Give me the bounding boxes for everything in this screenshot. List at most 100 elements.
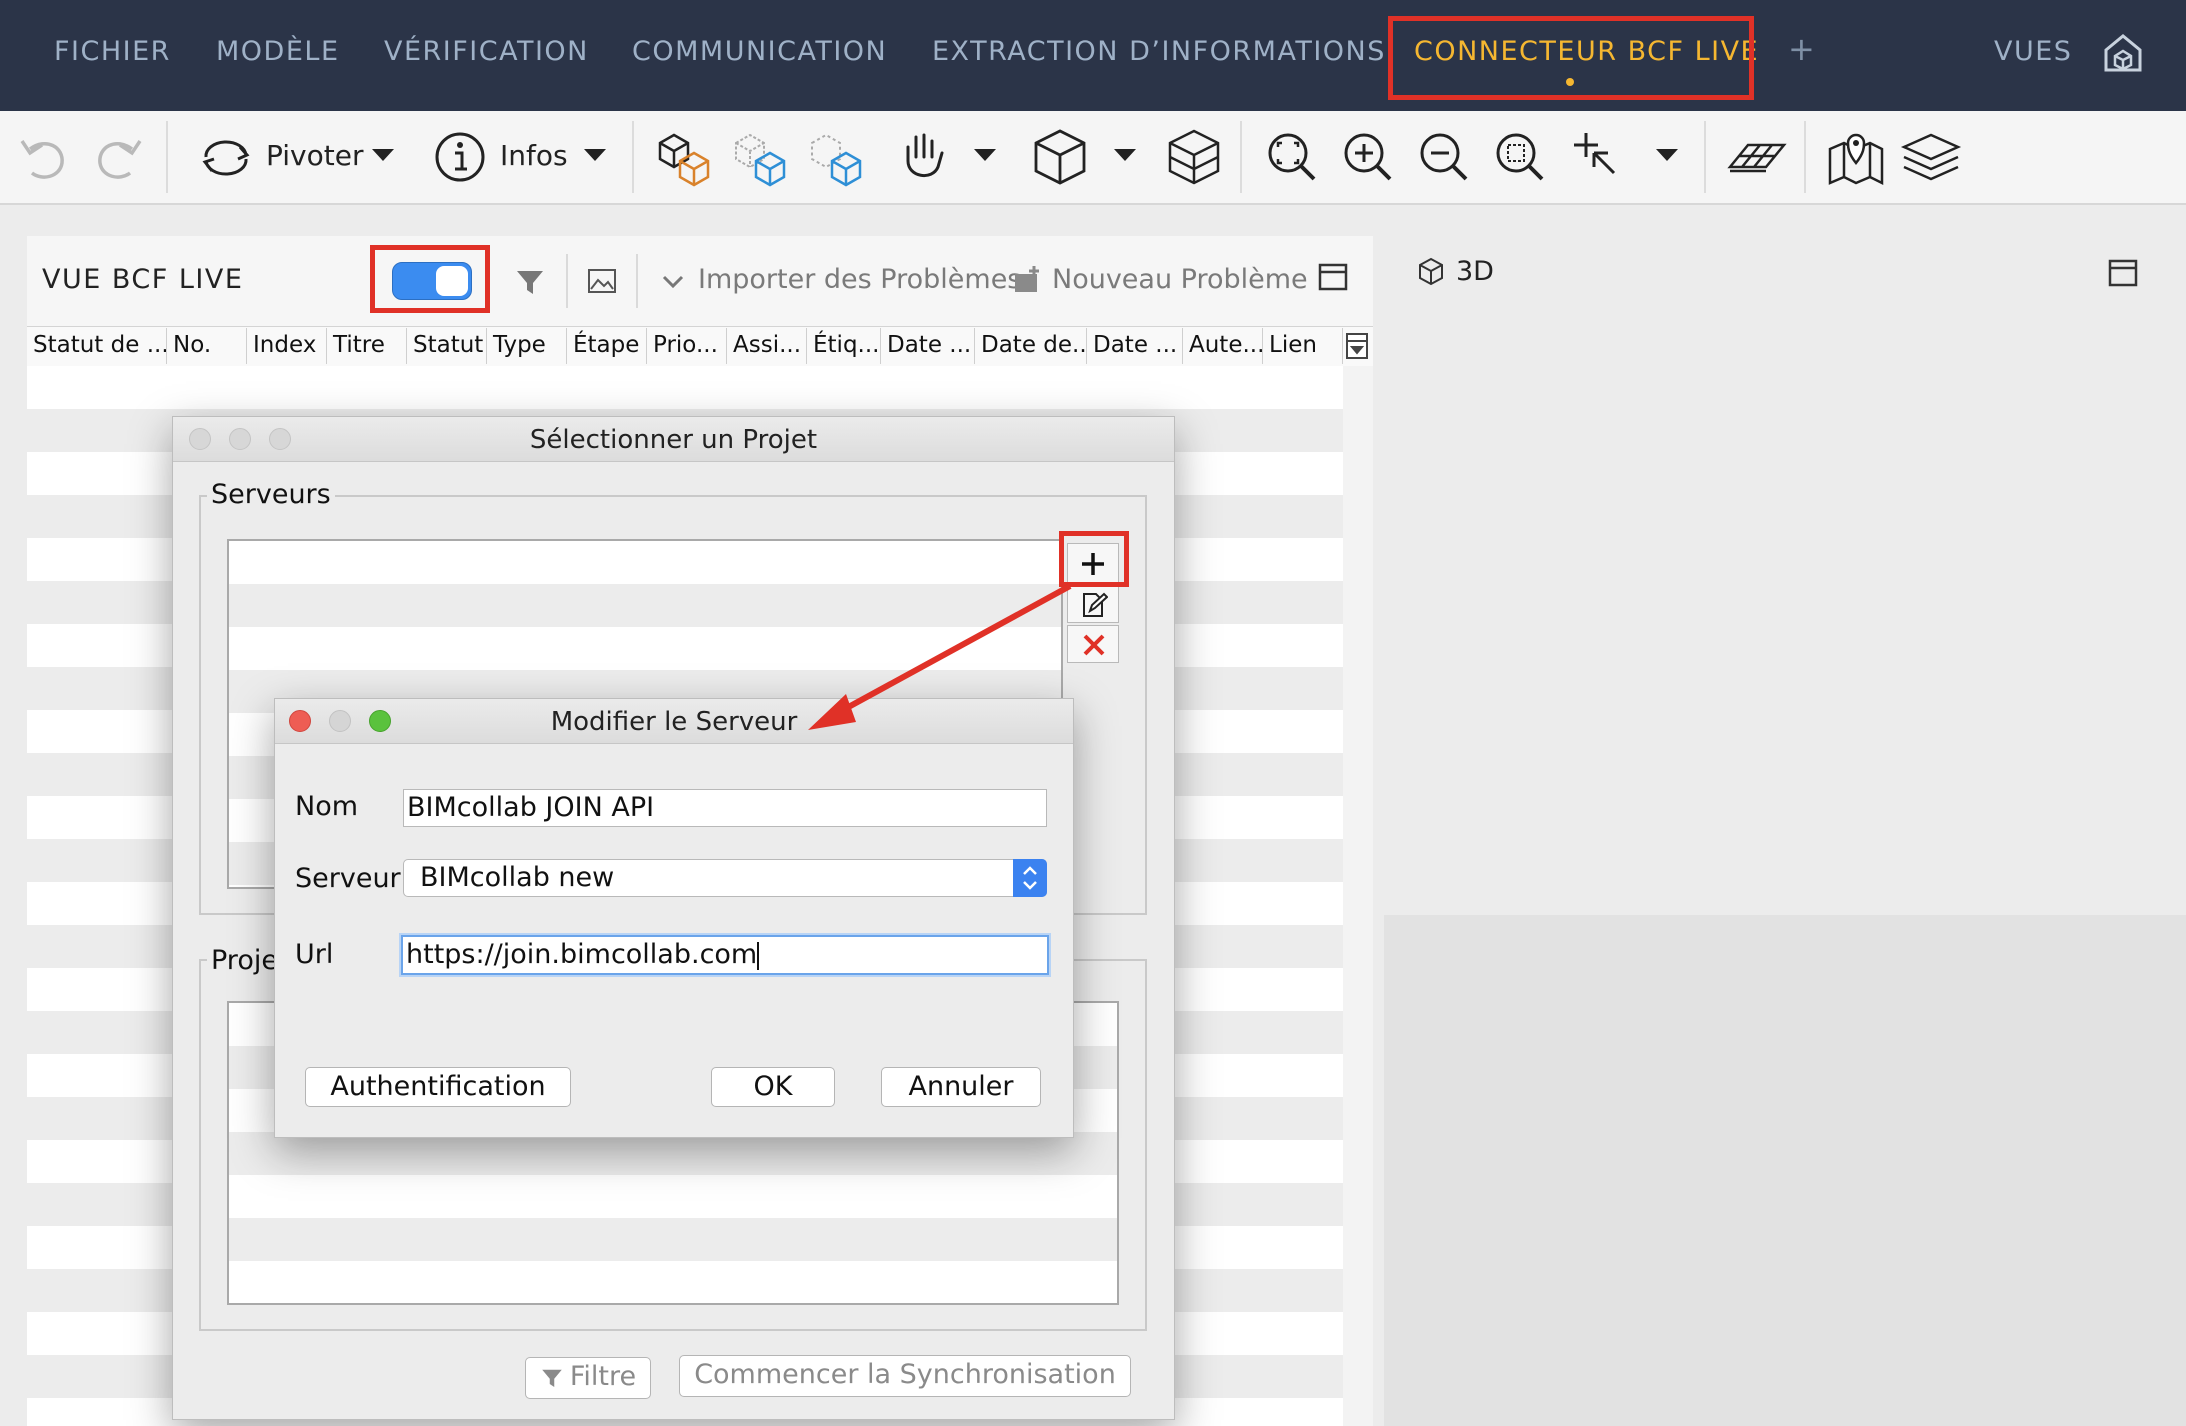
edit-server-titlebar: Modifier le Serveur [275,699,1073,744]
projects-group-label: Proje [207,945,282,976]
box-view-icon[interactable] [1030,127,1090,187]
info-label[interactable]: Infos [500,139,568,172]
name-field[interactable]: BIMcollab JOIN API [403,789,1047,827]
hand-tool-icon[interactable] [896,127,952,187]
home-cube-icon[interactable] [2100,30,2146,76]
url-field[interactable]: https://join.bimcollab.com [401,935,1049,975]
edit-server-dialog: Modifier le Serveur Nom BIMcollab JOIN A… [274,698,1074,1138]
grid-plane-icon[interactable] [1726,127,1788,187]
header-separator [636,254,638,308]
col-date-3[interactable]: Date ... [1087,328,1183,364]
select-cursor-icon[interactable] [1570,127,1626,187]
highlight-add-server [1059,531,1129,587]
list-row [229,1218,1117,1261]
col-assigne[interactable]: Assi... [727,328,807,364]
col-type[interactable]: Type [487,328,567,364]
col-titre[interactable]: Titre [327,328,407,364]
menu-modele[interactable]: MODÈLE [216,36,340,67]
import-issues-button[interactable]: Importer des Problèmes [698,264,1021,295]
snapshot-icon[interactable] [586,266,618,296]
toolbar-separator [1704,121,1706,193]
menu-vues[interactable]: VUES [1994,36,2072,67]
select-dropdown-icon[interactable] [1656,149,1678,161]
filter-funnel-icon [542,1369,562,1387]
info-dropdown-icon[interactable] [584,149,606,161]
zoom-fit-icon[interactable] [1264,127,1320,187]
filter-icon[interactable] [514,266,546,298]
select-stepper-icon[interactable] [1013,859,1047,897]
cube-isolate-icon[interactable] [806,127,870,187]
url-label: Url [295,939,334,970]
col-statut[interactable]: Statut [407,328,487,364]
new-issue-button[interactable]: Nouveau Problème [1052,264,1308,295]
zoom-in-icon[interactable] [1340,127,1396,187]
menu-communication[interactable]: COMMUNICATION [632,36,887,67]
cubes-blue-icon[interactable] [730,127,794,187]
hand-dropdown-icon[interactable] [974,149,996,161]
ok-button[interactable]: OK [711,1067,835,1107]
add-tab-button[interactable]: + [1788,30,1816,68]
col-date-de[interactable]: Date de... [975,328,1087,364]
select-project-titlebar: Sélectionner un Projet [173,417,1174,462]
panel-title: VUE BCF LIVE [42,264,244,295]
info-icon[interactable] [434,127,490,187]
viewer-3d-label: 3D [1456,256,1494,287]
section-box-icon[interactable] [1164,127,1224,187]
text-cursor [757,941,760,970]
rotate-icon[interactable] [196,127,256,187]
menu-verification[interactable]: VÉRIFICATION [384,36,589,67]
edit-server-title: Modifier le Serveur [550,707,798,737]
edit-server-button[interactable] [1067,585,1119,623]
viewer-3d-canvas[interactable] [1384,915,2186,1426]
menu-extraction[interactable]: EXTRACTION D’INFORMATIONS [932,36,1386,67]
table-scroll-track[interactable] [1343,366,1373,1426]
col-date-1[interactable]: Date ... [881,328,975,364]
new-issue-icon[interactable] [1012,264,1044,296]
zoom-out-icon[interactable] [1416,127,1472,187]
toolbar-separator [166,121,168,193]
redo-icon[interactable] [90,127,146,187]
filter-button[interactable]: Filtre [525,1357,651,1399]
select-project-title: Sélectionner un Projet [529,425,818,455]
filter-button-label: Filtre [569,1361,637,1392]
rotate-label[interactable]: Pivoter [266,139,363,172]
col-index[interactable]: Index [247,328,327,364]
layers-icon[interactable] [1900,127,1962,187]
col-priorite[interactable]: Prio... [647,328,727,364]
menu-fichier[interactable]: FICHIER [54,36,171,67]
col-no[interactable]: No. [167,328,247,364]
server-select-value: BIMcollab new [420,862,615,893]
chevron-updown-icon [1023,866,1037,890]
rotate-dropdown-icon[interactable] [372,149,394,161]
delete-server-button[interactable] [1067,625,1119,663]
maximize-panel-icon[interactable] [1318,262,1348,292]
url-field-value: https://join.bimcollab.com [406,939,758,970]
toolbar-separator [1804,121,1806,193]
name-label: Nom [295,791,359,822]
cube-3d-icon [1419,257,1443,286]
cubes-orange-icon[interactable] [654,127,718,187]
undo-icon[interactable] [16,127,72,187]
box-dropdown-icon[interactable] [1114,149,1136,161]
col-lien[interactable]: Lien [1263,328,1343,364]
toolbar-separator [1240,121,1242,193]
col-statut-de[interactable]: Statut de ... [27,328,167,364]
main-toolbar: Pivoter Infos [0,111,2186,205]
chevron-down-icon[interactable] [660,272,686,292]
column-chooser-icon[interactable] [1344,330,1370,362]
authentication-button[interactable]: Authentification [305,1067,571,1107]
col-etiquette[interactable]: Étiq... [807,328,881,364]
server-select[interactable]: BIMcollab new [403,859,1047,897]
cancel-button[interactable]: Annuler [881,1067,1041,1107]
server-label: Serveur [295,863,401,894]
col-etape[interactable]: Étape [567,328,647,364]
maximize-3d-icon[interactable] [2108,258,2138,288]
map-pin-icon[interactable] [1826,127,1886,187]
highlight-toggle [370,245,490,313]
highlight-connecteur-tab [1388,16,1754,100]
col-auteur[interactable]: Aute... [1183,328,1263,364]
zoom-selection-icon[interactable] [1492,127,1548,187]
delete-x-icon [1083,634,1105,656]
servers-group-label: Serveurs [207,479,335,510]
start-sync-button[interactable]: Commencer la Synchronisation [679,1355,1131,1397]
